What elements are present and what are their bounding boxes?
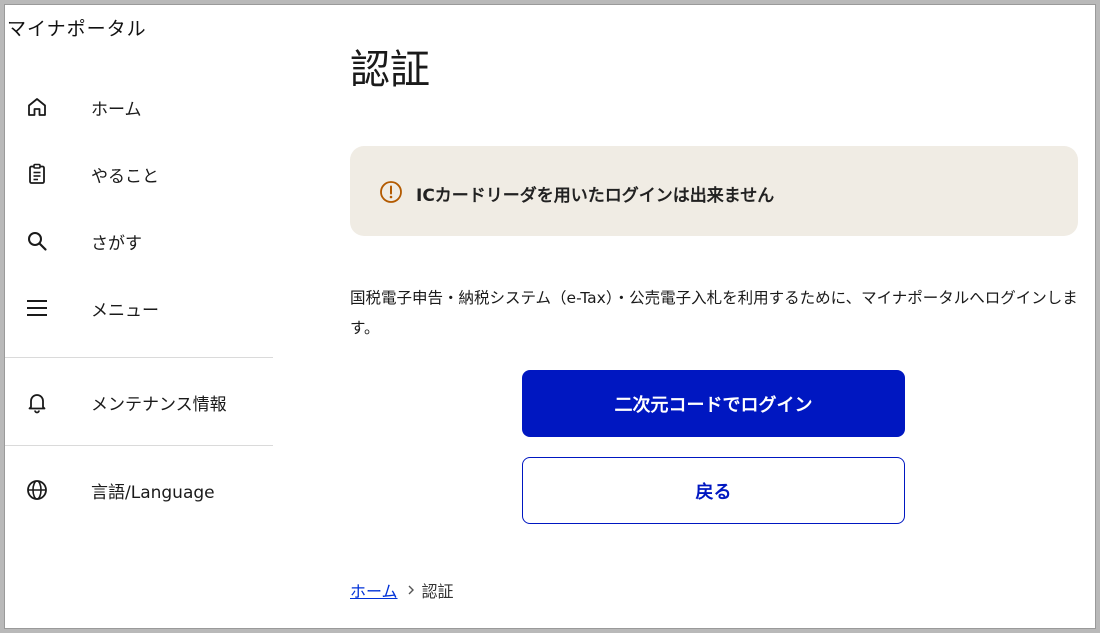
sidebar-item-label: 言語/Language <box>91 482 215 503</box>
sidebar-item-search[interactable]: さがす <box>5 219 273 263</box>
bell-icon <box>28 394 46 414</box>
alert-message: ICカードリーダを用いたログインは出来ません <box>416 186 775 206</box>
sidebar-divider <box>5 357 273 358</box>
qr-login-button[interactable]: 二次元コードでログイン <box>522 370 905 437</box>
alert-banner: ICカードリーダを用いたログインは出来ません <box>350 146 1078 236</box>
sidebar-item-home[interactable]: ホーム <box>5 85 273 129</box>
breadcrumb-home-link[interactable]: ホーム <box>350 578 398 602</box>
sidebar-divider <box>5 445 273 446</box>
menu-icon <box>27 300 47 316</box>
sidebar-item-label: メンテナンス情報 <box>91 394 227 415</box>
description-text: 国税電子申告・納税システム（e-Tax）・公売電子入札を利用するために、マイナポ… <box>350 288 1078 337</box>
chevron-right-icon <box>408 585 414 595</box>
sidebar-item-label: やること <box>91 166 159 187</box>
sidebar-item-language[interactable]: 言語/Language <box>5 468 273 512</box>
sidebar-item-todo[interactable]: やること <box>5 152 273 196</box>
sidebar-item-label: さがす <box>91 233 142 254</box>
search-icon <box>28 232 47 251</box>
page-title: 認証 <box>350 47 430 93</box>
sidebar-item-menu[interactable]: メニュー <box>5 286 273 330</box>
globe-icon <box>27 480 47 500</box>
warning-circle-icon <box>380 181 402 203</box>
sidebar-item-label: メニュー <box>91 300 159 321</box>
sidebar-item-label: ホーム <box>91 99 142 120</box>
back-button[interactable]: 戻る <box>522 457 905 524</box>
home-icon <box>28 98 46 116</box>
app-title[interactable]: マイナポータル <box>7 14 147 41</box>
breadcrumb: ホーム 認証 <box>350 578 454 602</box>
sidebar-item-maintenance[interactable]: メンテナンス情報 <box>5 380 273 424</box>
app-window: マイナポータル ホーム やること さがす メニュー メンテナンス情報 言語/La… <box>4 4 1096 629</box>
clipboard-icon <box>29 163 45 184</box>
breadcrumb-current: 認証 <box>421 582 454 601</box>
